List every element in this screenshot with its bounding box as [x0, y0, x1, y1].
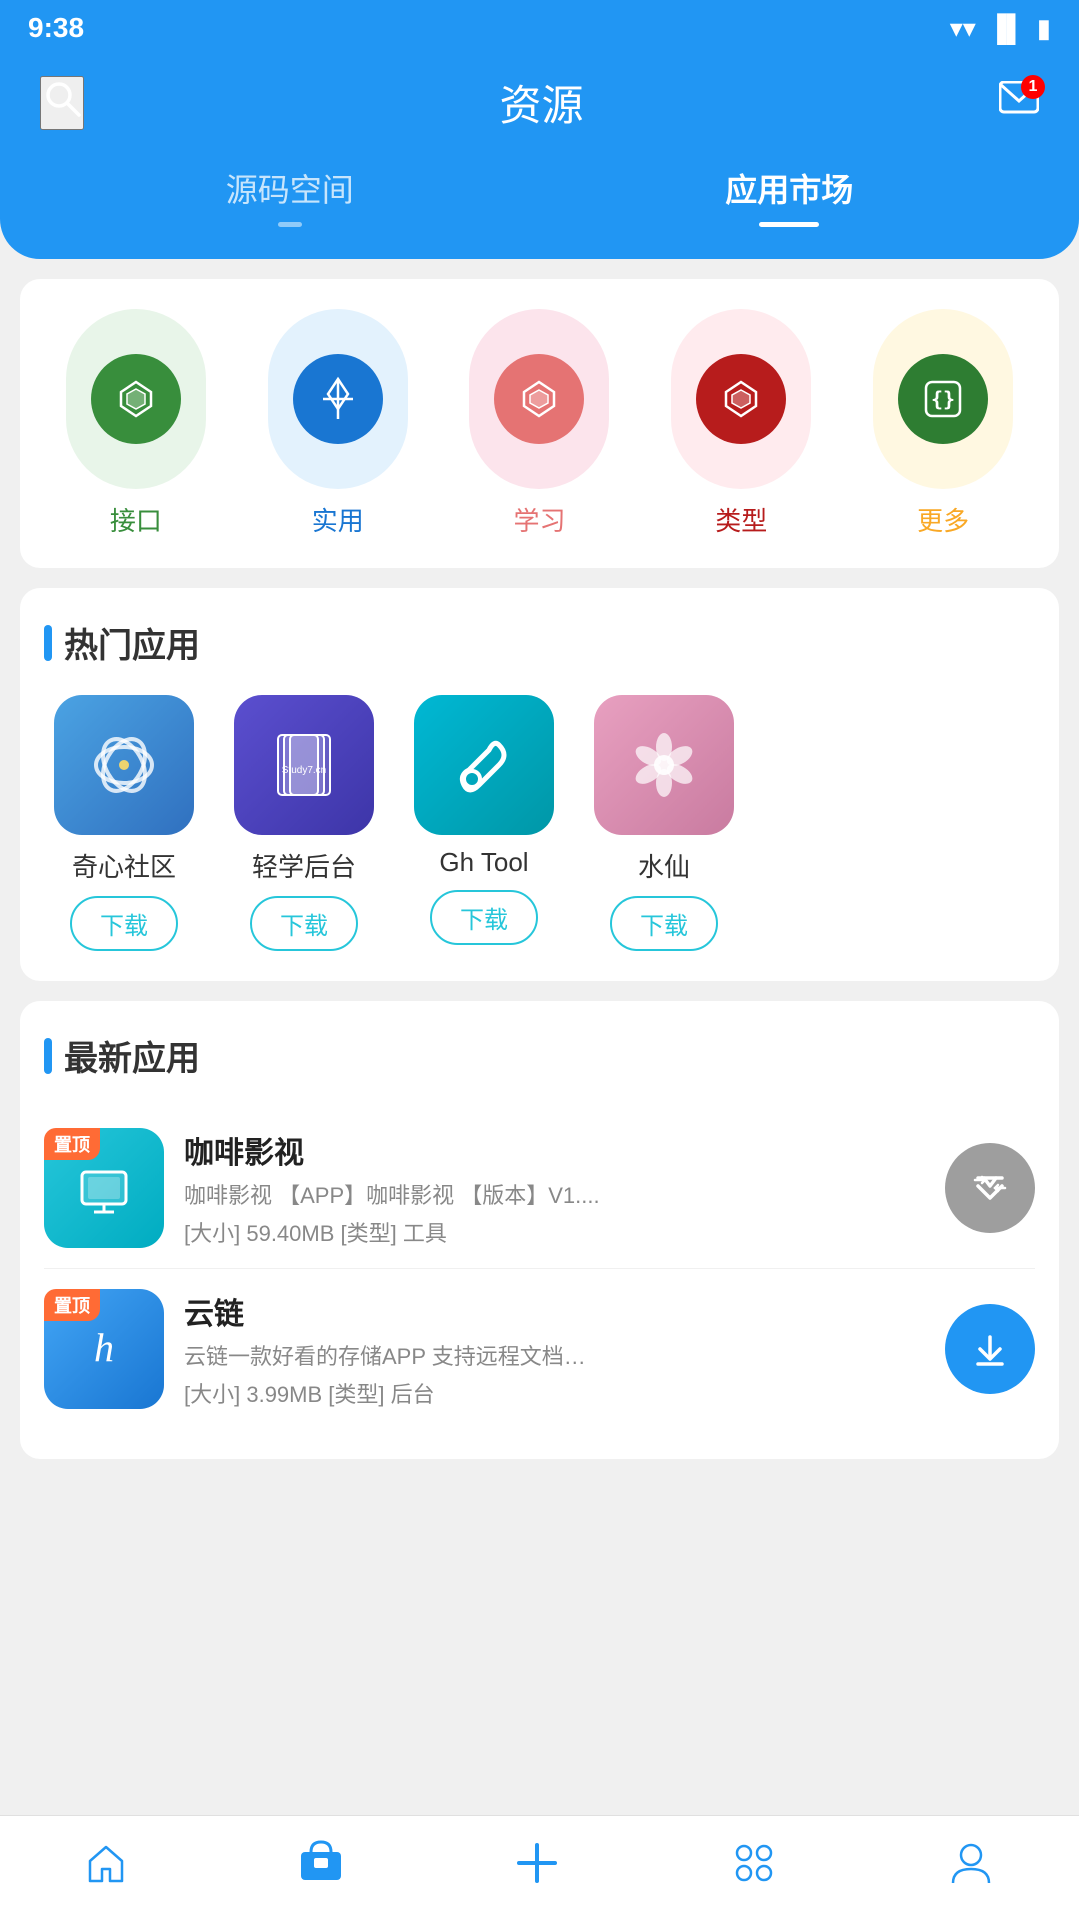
svg-text:Study7.cn: Study7.cn	[282, 765, 326, 776]
download-btn-qixin[interactable]: 下载	[70, 896, 178, 951]
apps-icon	[728, 1837, 780, 1889]
category-icon-more: {}	[898, 354, 988, 444]
category-tools[interactable]: 实用	[242, 309, 434, 538]
app-name-qixin: 奇心社区	[72, 847, 176, 884]
category-bubble-backend	[66, 309, 206, 489]
title-bar-decoration	[44, 625, 52, 661]
latest-apps-title-text: 最新应用	[64, 1031, 200, 1080]
category-bubble-others	[671, 309, 811, 489]
app-icon-shuixian	[594, 695, 734, 835]
category-label-backend: 接口	[110, 501, 162, 538]
latest-desc-yunlian: 云链一款好看的存储APP 支持远程文档，...	[184, 1339, 604, 1371]
category-programming[interactable]: 学习	[444, 309, 636, 538]
hot-apps-title: 热门应用	[44, 618, 1035, 667]
app-name-shuixian: 水仙	[638, 847, 690, 884]
add-icon	[511, 1837, 563, 1889]
download-btn-shuixian[interactable]: 下载	[610, 896, 718, 951]
latest-apps-section: 最新应用 置顶 咖啡影视 咖啡影视 【APP】咖啡影视 【版本】V1.... […	[20, 1001, 1059, 1459]
category-others[interactable]: 类型	[645, 309, 837, 538]
header-top: 资源 1	[40, 72, 1039, 133]
download-btn-ghtool[interactable]: 下载	[430, 890, 538, 945]
category-icon-others	[696, 354, 786, 444]
category-backend[interactable]: 接口	[40, 309, 232, 538]
app-icon-qixin	[54, 695, 194, 835]
latest-icon-wrap-yunlian: h 置顶	[44, 1289, 164, 1409]
page-title: 资源	[84, 72, 999, 133]
category-bubble-tools	[268, 309, 408, 489]
latest-name-yunlian: 云链	[184, 1289, 925, 1333]
store-icon	[295, 1834, 347, 1886]
mail-badge: 1	[1021, 75, 1045, 99]
latest-size-kafei: [大小] 59.40MB	[184, 1221, 334, 1246]
status-bar: 9:38 ▾▾ ▐▌ ▮	[0, 0, 1079, 56]
tab-bar: 源码空间 应用市场	[40, 157, 1039, 219]
profile-icon	[945, 1837, 997, 1889]
nav-apps[interactable]	[728, 1837, 780, 1889]
latest-icon-wrap-kafei: 置顶	[44, 1128, 164, 1248]
category-bubble-programming	[469, 309, 609, 489]
svg-text:h: h	[94, 1325, 114, 1370]
app-study7[interactable]: Study7.cn 轻学后台 下载	[224, 695, 384, 951]
latest-info-kafei: 咖啡影视 咖啡影视 【APP】咖啡影视 【版本】V1.... [大小] 59.4…	[184, 1128, 925, 1248]
latest-item-yunlian[interactable]: h 置顶 云链 云链一款好看的存储APP 支持远程文档，... [大小] 3.9…	[44, 1269, 1035, 1429]
latest-apps-title: 最新应用	[44, 1031, 1035, 1080]
nav-profile[interactable]	[945, 1837, 997, 1889]
title-bar-decoration-latest	[44, 1038, 52, 1074]
latest-type-yunlian: [类型] 后台	[328, 1382, 434, 1407]
tab-source[interactable]: 源码空间	[196, 157, 384, 219]
category-label-more: 更多	[917, 501, 969, 538]
latest-type-kafei: [类型] 工具	[341, 1221, 447, 1246]
svg-text:{}: {}	[931, 387, 955, 411]
app-header: 资源 1 源码空间 应用市场	[0, 56, 1079, 259]
app-shuixian[interactable]: 水仙 下载	[584, 695, 744, 951]
category-icon-tools	[293, 354, 383, 444]
app-icon-ghtool	[414, 695, 554, 835]
hot-apps-row: 奇心社区 下载 Study7.cn 轻学后台 下载	[44, 695, 1035, 951]
nav-home[interactable]	[82, 1839, 130, 1887]
category-section: 接口 实用	[20, 279, 1059, 568]
status-time: 9:38	[28, 12, 84, 44]
tab-market[interactable]: 应用市场	[695, 157, 883, 219]
app-name-ghtool: Gh Tool	[439, 847, 528, 878]
category-label-programming: 学习	[513, 501, 565, 538]
category-label-tools: 实用	[312, 501, 364, 538]
category-more[interactable]: {} 更多	[847, 309, 1039, 538]
nav-store-badge-wrap	[295, 1834, 347, 1891]
signal-icon: ▐▌	[988, 13, 1025, 44]
app-icon-study7: Study7.cn	[234, 695, 374, 835]
app-ghtool[interactable]: Gh Tool 下载	[404, 695, 564, 951]
latest-meta-kafei: [大小] 59.40MB [类型] 工具	[184, 1216, 925, 1248]
top-tag-yunlian: 置顶	[44, 1289, 100, 1321]
category-label-others: 类型	[715, 501, 767, 538]
category-icon-programming	[494, 354, 584, 444]
category-icon-backend	[91, 354, 181, 444]
top-tag-kafei: 置顶	[44, 1128, 100, 1160]
app-name-study7: 轻学后台	[252, 847, 356, 884]
hot-apps-section: 热门应用 奇心社区 下载 Study7	[20, 588, 1059, 981]
download-btn-study7[interactable]: 下载	[250, 896, 358, 951]
nav-add[interactable]	[511, 1837, 563, 1889]
app-qixin[interactable]: 奇心社区 下载	[44, 695, 204, 951]
wifi-icon: ▾▾	[950, 13, 976, 44]
status-icons: ▾▾ ▐▌ ▮	[950, 13, 1051, 44]
search-button[interactable]	[40, 76, 84, 130]
category-row: 接口 实用	[40, 309, 1039, 538]
mail-button[interactable]: 1	[999, 81, 1039, 125]
latest-meta-yunlian: [大小] 3.99MB [类型] 后台	[184, 1377, 925, 1409]
latest-item-kafei[interactable]: 置顶 咖啡影视 咖啡影视 【APP】咖啡影视 【版本】V1.... [大小] 5…	[44, 1108, 1035, 1269]
latest-action-kafei	[945, 1143, 1035, 1233]
latest-action-yunlian	[945, 1304, 1035, 1394]
latest-info-yunlian: 云链 云链一款好看的存储APP 支持远程文档，... [大小] 3.99MB […	[184, 1289, 925, 1409]
category-bubble-more: {}	[873, 309, 1013, 489]
latest-name-kafei: 咖啡影视	[184, 1128, 925, 1172]
nav-store[interactable]	[295, 1834, 347, 1891]
latest-size-yunlian: [大小] 3.99MB	[184, 1382, 322, 1407]
download-btn-yunlian[interactable]	[945, 1304, 1035, 1394]
hot-apps-title-text: 热门应用	[64, 618, 200, 667]
download-btn-kafei[interactable]	[945, 1143, 1035, 1233]
bottom-nav	[0, 1815, 1079, 1919]
home-icon	[82, 1839, 130, 1887]
battery-icon: ▮	[1037, 13, 1051, 44]
latest-desc-kafei: 咖啡影视 【APP】咖啡影视 【版本】V1....	[184, 1178, 604, 1210]
